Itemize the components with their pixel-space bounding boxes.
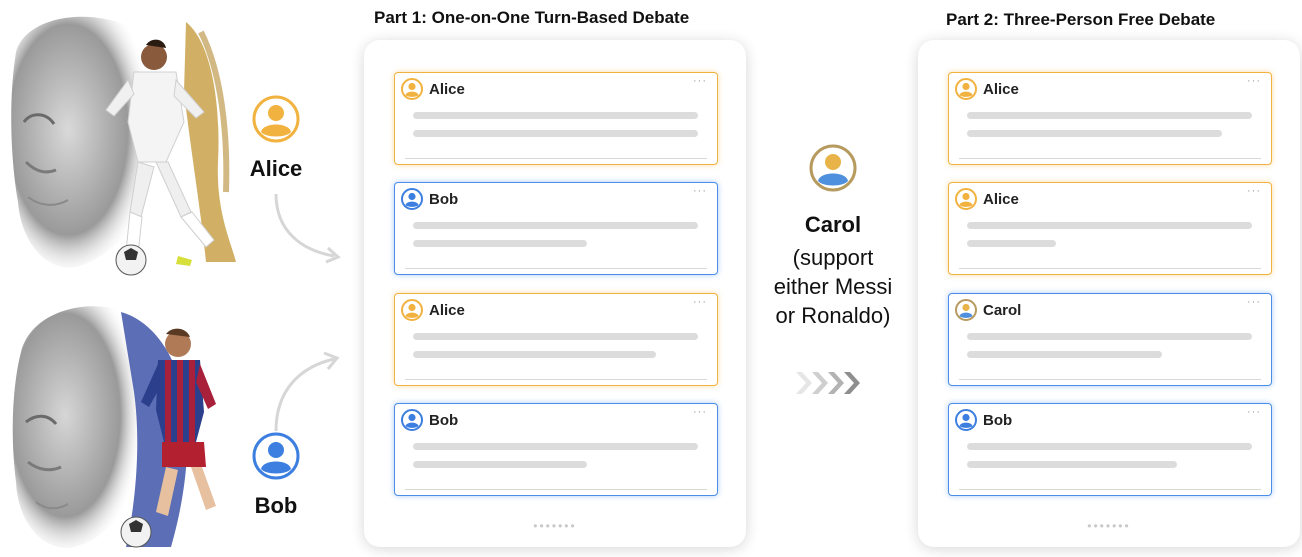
alice-avatar-icon: [955, 188, 977, 210]
chat-message: Alice ···: [394, 293, 718, 386]
message-speaker: Alice: [983, 190, 1019, 208]
bob-avatar-icon: [252, 432, 300, 480]
message-speaker: Bob: [429, 411, 459, 429]
more-dots-icon[interactable]: ···: [693, 406, 707, 418]
chat-message: Alice ···: [394, 72, 718, 165]
part2-title: Part 2: Three-Person Free Debate: [946, 10, 1216, 29]
alice-avatar-icon: [401, 78, 423, 100]
message-speaker: Alice: [429, 80, 465, 98]
carol-label: Carol: [804, 212, 862, 237]
carol-avatar-icon: [955, 299, 977, 321]
chat-message: Bob ···: [394, 182, 718, 275]
pagination-dots: •••••••: [1087, 519, 1131, 533]
bob-label: Bob: [254, 493, 298, 518]
message-speaker: Alice: [429, 301, 465, 319]
ronaldo-portrait-image: [6, 12, 250, 277]
bob-avatar-icon: [401, 409, 423, 431]
bob-avatar-icon: [401, 188, 423, 210]
curved-arrow-icon: [274, 351, 340, 432]
curved-arrow-icon: [274, 193, 341, 264]
carol-note: (support either Messi or Ronaldo): [773, 245, 893, 328]
more-dots-icon[interactable]: ···: [1247, 185, 1261, 197]
message-speaker: Alice: [983, 80, 1019, 98]
message-speaker: Bob: [429, 190, 459, 208]
chat-message: Bob ···: [394, 403, 718, 496]
part2-chat-panel: Alice ··· Alice ··· Carol ··· Bob ··· ••…: [918, 40, 1300, 547]
alice-avatar-icon: [955, 78, 977, 100]
messi-portrait-image: [6, 292, 228, 552]
more-dots-icon[interactable]: ···: [1247, 75, 1261, 87]
chat-message: Bob ···: [948, 403, 1272, 496]
more-dots-icon[interactable]: ···: [1247, 406, 1261, 418]
message-speaker: Carol: [983, 301, 1022, 319]
bob-avatar-icon: [955, 409, 977, 431]
more-dots-icon[interactable]: ···: [1247, 296, 1261, 308]
chat-message: Alice ···: [948, 182, 1272, 275]
more-dots-icon[interactable]: ···: [693, 75, 707, 87]
more-dots-icon[interactable]: ···: [693, 296, 707, 308]
alice-avatar-icon: [401, 299, 423, 321]
alice-avatar-icon: [252, 95, 300, 143]
chat-message: Carol ···: [948, 293, 1272, 386]
carol-avatar-icon: [809, 144, 857, 192]
pagination-dots: •••••••: [533, 519, 577, 533]
part1-chat-panel: Alice ··· Bob ··· Alice ··· Bob ··· ••••…: [364, 40, 746, 547]
message-speaker: Bob: [983, 411, 1013, 429]
more-dots-icon[interactable]: ···: [693, 185, 707, 197]
alice-label: Alice: [249, 156, 303, 181]
chevron-arrows-icon: [796, 372, 860, 394]
part1-title: Part 1: One-on-One Turn-Based Debate: [374, 8, 690, 27]
chat-message: Alice ···: [948, 72, 1272, 165]
